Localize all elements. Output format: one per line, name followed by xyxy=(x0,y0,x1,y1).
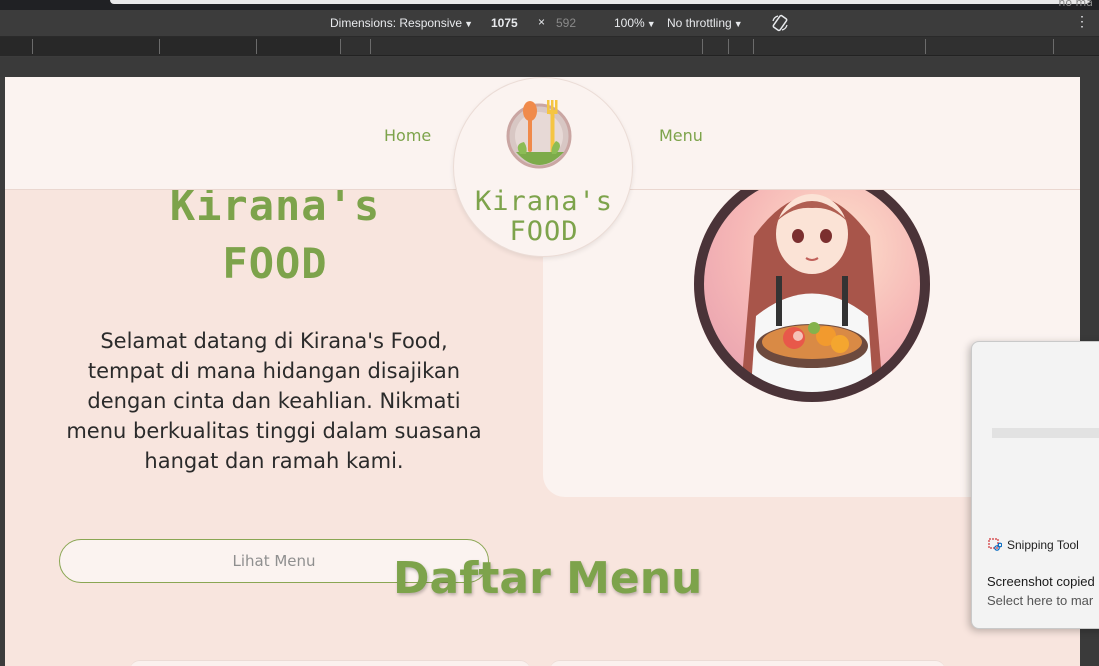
zoom-dropdown[interactable]: 100% ▼ xyxy=(614,16,656,30)
menu-card[interactable] xyxy=(130,660,530,666)
rotate-icon[interactable] xyxy=(770,13,790,36)
corner-text: no ma xyxy=(1058,0,1093,9)
more-options-icon[interactable]: ⋮ xyxy=(1075,13,1089,30)
throttling-dropdown[interactable]: No throttling ▼ xyxy=(667,16,743,30)
browser-tab-edge xyxy=(110,0,1090,4)
notification-subtext: Select here to mar xyxy=(987,593,1094,608)
times-icon: × xyxy=(538,15,546,29)
caret-down-icon: ▼ xyxy=(646,19,656,29)
dimensions-label: Dimensions: Responsive xyxy=(330,16,463,30)
nav-link-home[interactable]: Home xyxy=(384,126,431,145)
zoom-label: 100% xyxy=(614,16,645,30)
snipping-tool-icon xyxy=(988,538,1003,552)
caret-down-icon: ▼ xyxy=(733,19,743,29)
section-title-menu: Daftar Menu xyxy=(393,553,703,604)
logo-text-line1: Kirana's xyxy=(474,186,614,217)
notification-preview xyxy=(992,428,1099,438)
nav-link-menu[interactable]: Menu xyxy=(659,126,703,145)
chef-illustration xyxy=(694,166,930,402)
hero-description: Selamat datang di Kirana's Food, tempat … xyxy=(66,329,482,473)
dimensions-dropdown[interactable]: Dimensions: Responsive ▼ xyxy=(330,16,473,30)
page-viewport: Home Menu Kirana's FOOD Kirana's FOOD Se… xyxy=(5,77,1080,666)
device-toolbar: Dimensions: Responsive ▼ 1075 × 592 100% ▼… xyxy=(0,10,1099,37)
media-query-ruler[interactable] xyxy=(0,37,1099,56)
browser-top-strip: no ma xyxy=(0,0,1099,10)
site-logo[interactable]: Kirana's FOOD xyxy=(453,77,633,257)
throttling-label: No throttling xyxy=(667,16,732,30)
notification-message: Screenshot copied xyxy=(987,574,1095,589)
menu-card-list xyxy=(130,660,945,666)
logo-text-line2: FOOD xyxy=(509,216,579,247)
snipping-tool-notification[interactable]: Snipping Tool Screenshot copied Select h… xyxy=(971,341,1099,629)
notification-app-name: Snipping Tool xyxy=(1007,538,1079,552)
height-input[interactable]: 592 xyxy=(556,16,576,30)
hero-title-line2: FOOD xyxy=(222,239,328,288)
menu-card[interactable] xyxy=(550,660,945,666)
caret-down-icon: ▼ xyxy=(464,19,473,29)
logo-plate-icon xyxy=(506,100,572,169)
width-input[interactable]: 1075 xyxy=(491,16,518,30)
